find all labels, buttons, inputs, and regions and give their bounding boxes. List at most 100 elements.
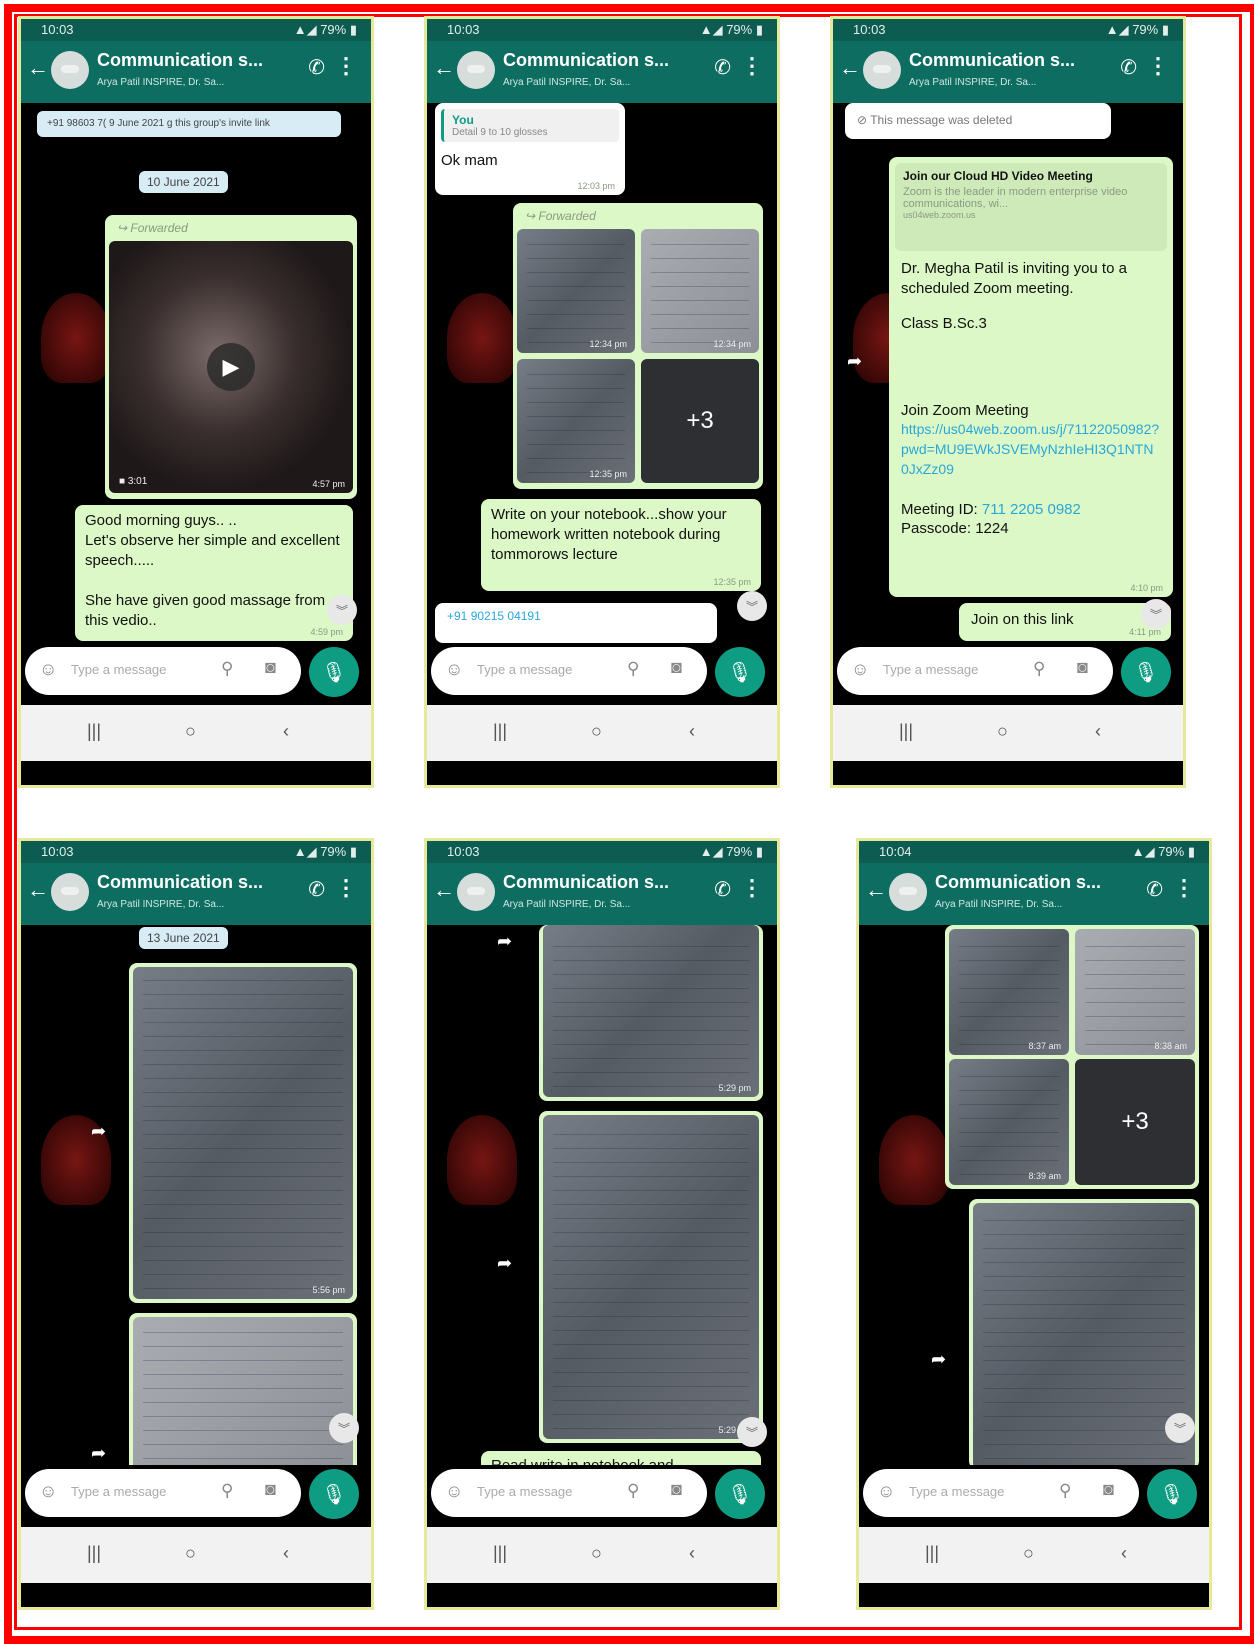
chat-area[interactable]: 5:29 pm 5:29 pm Read,write in notebook a… bbox=[427, 925, 777, 1465]
link-preview[interactable]: Join our Cloud HD Video Meeting Zoom is … bbox=[895, 163, 1167, 251]
group-title[interactable]: Communication s... bbox=[97, 872, 263, 893]
emoji-icon[interactable]: ☺ bbox=[39, 1481, 57, 1502]
text-message[interactable]: Read,write in notebook and bbox=[481, 1451, 761, 1465]
attach-icon[interactable]: ⚲ bbox=[1059, 1481, 1071, 1501]
more-options-icon[interactable]: ⋮ bbox=[1173, 875, 1195, 901]
attach-icon[interactable]: ⚲ bbox=[627, 1481, 639, 1501]
group-avatar[interactable] bbox=[51, 51, 89, 89]
home-icon[interactable]: ○ bbox=[591, 1543, 602, 1564]
sender-number[interactable]: +91 90215 04191 bbox=[447, 609, 705, 623]
nav-back-icon[interactable]: ‹ bbox=[1121, 1543, 1127, 1564]
message-input[interactable]: ☺ Type a message ⚲ ◙ bbox=[863, 1469, 1139, 1517]
more-options-icon[interactable]: ⋮ bbox=[1147, 53, 1169, 79]
mic-icon[interactable]: 🎙 bbox=[715, 1469, 765, 1519]
attach-icon[interactable]: ⚲ bbox=[1033, 659, 1045, 679]
meeting-id-link[interactable]: 711 2205 0982 bbox=[982, 501, 1081, 518]
quoted-reply[interactable]: You Detail 9 to 10 glosses bbox=[441, 109, 619, 142]
album-more-images[interactable]: +3 bbox=[1075, 1059, 1195, 1185]
group-title[interactable]: Communication s... bbox=[503, 50, 669, 71]
group-avatar[interactable] bbox=[457, 51, 495, 89]
add-call-icon[interactable]: ✆ bbox=[308, 55, 325, 80]
back-arrow-icon[interactable]: ← bbox=[865, 877, 887, 903]
forward-icon[interactable]: ➦ bbox=[497, 1253, 512, 1274]
nav-back-icon[interactable]: ‹ bbox=[689, 721, 695, 742]
group-avatar[interactable] bbox=[889, 873, 927, 911]
message-input[interactable]: ☺ Type a message ⚲ ◙ bbox=[431, 647, 707, 695]
back-arrow-icon[interactable]: ← bbox=[27, 877, 49, 903]
video-message[interactable]: ↪ Forwarded ▶ ■ 3:01 4:57 pm bbox=[105, 215, 357, 499]
camera-icon[interactable]: ◙ bbox=[671, 1479, 682, 1500]
notebook-image[interactable] bbox=[973, 1203, 1195, 1465]
nav-back-icon[interactable]: ‹ bbox=[283, 1543, 289, 1564]
emoji-icon[interactable]: ☺ bbox=[39, 659, 57, 680]
chat-area[interactable]: 8:37 am 8:38 am 8:39 am +3 ➦ ︾ bbox=[859, 925, 1209, 1465]
camera-icon[interactable]: ◙ bbox=[265, 1479, 276, 1500]
home-icon[interactable]: ○ bbox=[185, 721, 196, 742]
group-avatar[interactable] bbox=[863, 51, 901, 89]
image-album-message[interactable]: ↪ Forwarded 12:34 pm 12:34 pm 12:35 pm +… bbox=[513, 203, 763, 489]
scroll-down-icon[interactable]: ︾ bbox=[737, 1417, 767, 1447]
chat-area[interactable]: 13 June 2021 5:56 pm ➦ ➦ ︾ bbox=[21, 925, 371, 1465]
text-message[interactable]: Join on this link 4:11 pm bbox=[959, 603, 1171, 641]
add-call-icon[interactable]: ✆ bbox=[714, 877, 731, 902]
more-options-icon[interactable]: ⋮ bbox=[741, 875, 763, 901]
back-arrow-icon[interactable]: ← bbox=[433, 55, 455, 81]
mic-icon[interactable]: 🎙 bbox=[1121, 647, 1171, 697]
chat-area[interactable]: +91 98603 7( 9 June 2021 g this group's … bbox=[21, 103, 371, 643]
album-image-1[interactable]: 12:34 pm bbox=[517, 229, 635, 353]
camera-icon[interactable]: ◙ bbox=[1077, 657, 1088, 678]
mic-icon[interactable]: 🎙 bbox=[1147, 1469, 1197, 1519]
scroll-down-icon[interactable]: ︾ bbox=[737, 591, 767, 621]
chat-area[interactable]: You Detail 9 to 10 glosses Ok mam 12:03 … bbox=[427, 103, 777, 643]
attach-icon[interactable]: ⚲ bbox=[627, 659, 639, 679]
scroll-down-icon[interactable]: ︾ bbox=[329, 1413, 359, 1443]
nav-back-icon[interactable]: ‹ bbox=[1095, 721, 1101, 742]
nav-back-icon[interactable]: ‹ bbox=[283, 721, 289, 742]
back-arrow-icon[interactable]: ← bbox=[433, 877, 455, 903]
mic-icon[interactable]: 🎙 bbox=[715, 647, 765, 697]
forward-icon[interactable]: ➦ bbox=[91, 1121, 106, 1142]
add-call-icon[interactable]: ✆ bbox=[308, 877, 325, 902]
zoom-link[interactable]: https://us04web.zoom.us/j/71122050982?pw… bbox=[901, 419, 1161, 479]
back-arrow-icon[interactable]: ← bbox=[27, 55, 49, 81]
image-message[interactable]: 5:29 pm bbox=[539, 925, 763, 1101]
more-options-icon[interactable]: ⋮ bbox=[335, 875, 357, 901]
message-input[interactable]: ☺ Type a message ⚲ ◙ bbox=[431, 1469, 707, 1517]
recents-icon[interactable]: ||| bbox=[899, 721, 913, 742]
emoji-icon[interactable]: ☺ bbox=[445, 659, 463, 680]
emoji-icon[interactable]: ☺ bbox=[877, 1481, 895, 1502]
text-message[interactable]: Write on your notebook...show your homew… bbox=[481, 499, 761, 591]
message-input[interactable]: ☺ Type a message ⚲ ◙ bbox=[25, 1469, 301, 1517]
add-call-icon[interactable]: ✆ bbox=[714, 55, 731, 80]
notebook-image[interactable]: 5:29 pm bbox=[543, 1115, 759, 1439]
zoom-invite-message[interactable]: Join our Cloud HD Video Meeting Zoom is … bbox=[889, 157, 1173, 597]
album-image-3[interactable]: 12:35 pm bbox=[517, 359, 635, 483]
album-image-1[interactable]: 8:37 am bbox=[949, 929, 1069, 1055]
message-input[interactable]: ☺ Type a message ⚲ ◙ bbox=[837, 647, 1113, 695]
album-image-2[interactable]: 12:34 pm bbox=[641, 229, 759, 353]
add-call-icon[interactable]: ✆ bbox=[1120, 55, 1137, 80]
recents-icon[interactable]: ||| bbox=[493, 1543, 507, 1564]
more-options-icon[interactable]: ⋮ bbox=[741, 53, 763, 79]
reply-message[interactable]: You Detail 9 to 10 glosses Ok mam 12:03 … bbox=[435, 103, 625, 195]
nav-back-icon[interactable]: ‹ bbox=[689, 1543, 695, 1564]
emoji-icon[interactable]: ☺ bbox=[445, 1481, 463, 1502]
recents-icon[interactable]: ||| bbox=[87, 1543, 101, 1564]
group-avatar[interactable] bbox=[51, 873, 89, 911]
image-message[interactable]: 5:56 pm bbox=[129, 963, 357, 1303]
album-image-3[interactable]: 8:39 am bbox=[949, 1059, 1069, 1185]
album-image-2[interactable]: 8:38 am bbox=[1075, 929, 1195, 1055]
home-icon[interactable]: ○ bbox=[185, 1543, 196, 1564]
camera-icon[interactable]: ◙ bbox=[1103, 1479, 1114, 1500]
group-avatar[interactable] bbox=[457, 873, 495, 911]
home-icon[interactable]: ○ bbox=[997, 721, 1008, 742]
home-icon[interactable]: ○ bbox=[1023, 1543, 1034, 1564]
mic-icon[interactable]: 🎙 bbox=[309, 647, 359, 697]
image-album-message[interactable]: 8:37 am 8:38 am 8:39 am +3 bbox=[945, 925, 1199, 1189]
forward-icon[interactable]: ➦ bbox=[847, 351, 862, 372]
attach-icon[interactable]: ⚲ bbox=[221, 1481, 233, 1501]
emoji-icon[interactable]: ☺ bbox=[851, 659, 869, 680]
image-message[interactable]: 5:29 pm bbox=[539, 1111, 763, 1443]
group-title[interactable]: Communication s... bbox=[935, 872, 1101, 893]
scroll-down-icon[interactable]: ︾ bbox=[1141, 599, 1171, 629]
